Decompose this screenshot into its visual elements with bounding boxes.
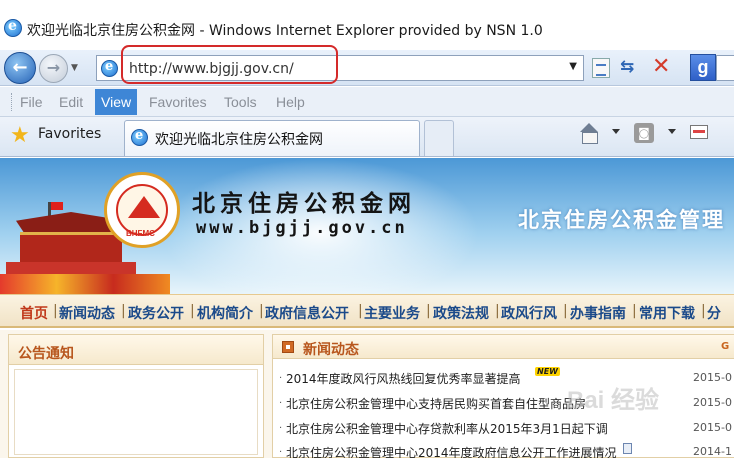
notice-panel: 公告通知 (8, 334, 264, 458)
nav-conduct[interactable]: 政风行风 (501, 303, 557, 323)
recent-pages-dropdown-icon[interactable]: ▼ (71, 63, 78, 73)
favorites-button[interactable]: Favorites (38, 126, 101, 142)
menu-favorites[interactable]: Favorites (149, 94, 207, 110)
news-item[interactable]: · 2014年度政风行风热线回复优秀率显著提高 NEW 2015-0 (273, 365, 734, 391)
feeds-icon[interactable]: ◙ (634, 123, 654, 143)
notice-body (14, 369, 258, 455)
news-item-title[interactable]: 北京住房公积金管理中心存贷款利率从2015年3月1日起下调 (286, 420, 608, 437)
ie-logo-icon (4, 18, 22, 37)
forward-arrow-icon: → (46, 58, 61, 77)
back-arrow-icon: ← (12, 57, 28, 78)
news-item-date: 2015-0 (693, 421, 732, 434)
address-dropdown-icon[interactable]: ▼ (569, 61, 577, 72)
news-item-date: 2015-0 (693, 371, 732, 384)
compatibility-view-icon[interactable] (592, 58, 610, 78)
search-input[interactable] (716, 55, 734, 81)
menu-bar: File Edit View Favorites Tools Help (0, 87, 734, 117)
page-favicon-icon (101, 59, 118, 77)
news-section-icon (282, 341, 294, 353)
news-item-title[interactable]: 北京住房公积金管理中心2014年度政府信息公开工作进展情况 (286, 444, 617, 458)
favorites-tab-bar: ★ Favorites 欢迎光临北京住房公积金网 ◙ (0, 117, 734, 157)
read-mail-icon[interactable] (690, 125, 708, 139)
nav-main-business[interactable]: 主要业务 (364, 303, 420, 323)
news-title[interactable]: 新闻动态 (303, 339, 359, 359)
logo-roof-icon (128, 196, 160, 218)
nav-policies[interactable]: 政策法规 (433, 303, 489, 323)
refresh-icon[interactable]: ⇆ (620, 57, 634, 77)
menu-view[interactable]: View (95, 89, 138, 115)
window-titlebar: 欢迎光临北京住房公积金网 - Windows Internet Explorer… (0, 0, 734, 50)
back-button[interactable]: ← (4, 52, 36, 84)
site-banner: BHFMC 北京住房公积金网 www.bjgjj.gov.cn 北京住房公积金管… (0, 158, 734, 294)
tab-favicon-icon (131, 128, 148, 146)
news-more-icon[interactable]: G (721, 341, 729, 352)
home-dropdown-icon[interactable] (612, 129, 620, 134)
new-badge: NEW (535, 367, 560, 376)
logo-text: BHFMC (126, 229, 155, 238)
news-item-title[interactable]: 北京住房公积金管理中心支持居民购买首套自住型商品房 (286, 395, 586, 412)
favorites-star-icon[interactable]: ★ (10, 123, 30, 148)
banner-right-title: 北京住房公积金管理 (518, 208, 725, 232)
flower-decoration (0, 274, 170, 294)
browser-tab-active[interactable]: 欢迎光临北京住房公积金网 (124, 120, 420, 156)
site-logo[interactable]: BHFMC (104, 172, 180, 248)
menu-help[interactable]: Help (276, 94, 305, 110)
nav-news[interactable]: 新闻动态 (59, 303, 115, 323)
site-nav: 首页 | 新闻动态 | 政务公开 | 机构简介 | 政府信息公开 | 主要业务 … (0, 294, 734, 328)
nav-service-guide[interactable]: 办事指南 (570, 303, 626, 323)
new-tab-button[interactable] (424, 120, 454, 156)
nav-downloads[interactable]: 常用下载 (639, 303, 695, 323)
menu-grip (11, 93, 12, 111)
menu-tools[interactable]: Tools (224, 94, 257, 110)
site-url-text: www.bjgjj.gov.cn (196, 218, 408, 238)
site-title: 北京住房公积金网 (192, 191, 416, 217)
news-item[interactable]: · 北京住房公积金管理中心支持居民购买首套自住型商品房 2015-0 (273, 390, 734, 416)
home-icon[interactable] (578, 123, 598, 144)
nav-more[interactable]: 分 (707, 303, 721, 323)
news-header: 新闻动态 G (273, 335, 734, 359)
menu-file[interactable]: File (20, 94, 43, 110)
nav-home[interactable]: 首页 (20, 303, 48, 323)
stop-icon[interactable]: ✕ (652, 54, 670, 79)
news-panel: 新闻动态 G · 2014年度政风行风热线回复优秀率显著提高 NEW 2015-… (272, 334, 734, 458)
feeds-dropdown-icon[interactable] (668, 129, 676, 134)
nav-government-affairs[interactable]: 政务公开 (128, 303, 184, 323)
nav-about[interactable]: 机构简介 (197, 303, 253, 323)
news-item-date: 2014-1 (693, 445, 732, 458)
notice-header: 公告通知 (9, 335, 263, 365)
forward-button[interactable]: → (39, 54, 68, 83)
window-title: 欢迎光临北京住房公积金网 - Windows Internet Explorer… (27, 23, 543, 39)
document-icon (623, 443, 632, 454)
news-item-title[interactable]: 2014年度政风行风热线回复优秀率显著提高 (286, 370, 521, 387)
tab-label: 欢迎光临北京住房公积金网 (155, 132, 323, 148)
nav-info-disclosure[interactable]: 政府信息公开 (265, 303, 349, 323)
news-item[interactable]: · 北京住房公积金管理中心存贷款利率从2015年3月1日起下调 2015-0 (273, 415, 734, 441)
notice-title[interactable]: 公告通知 (18, 343, 74, 363)
news-item[interactable]: · 北京住房公积金管理中心2014年度政府信息公开工作进展情况 2014-1 (273, 439, 734, 458)
menu-edit[interactable]: Edit (59, 94, 83, 110)
search-provider-icon[interactable]: g (690, 54, 716, 81)
navigation-toolbar: ← → ▼ http://www.bjgjj.gov.cn/ ▼ ⇆ ✕ g (0, 50, 734, 86)
news-item-date: 2015-0 (693, 396, 732, 409)
address-highlight-annotation (121, 45, 338, 84)
baidu-watermark: Bai 经验 (567, 387, 660, 414)
